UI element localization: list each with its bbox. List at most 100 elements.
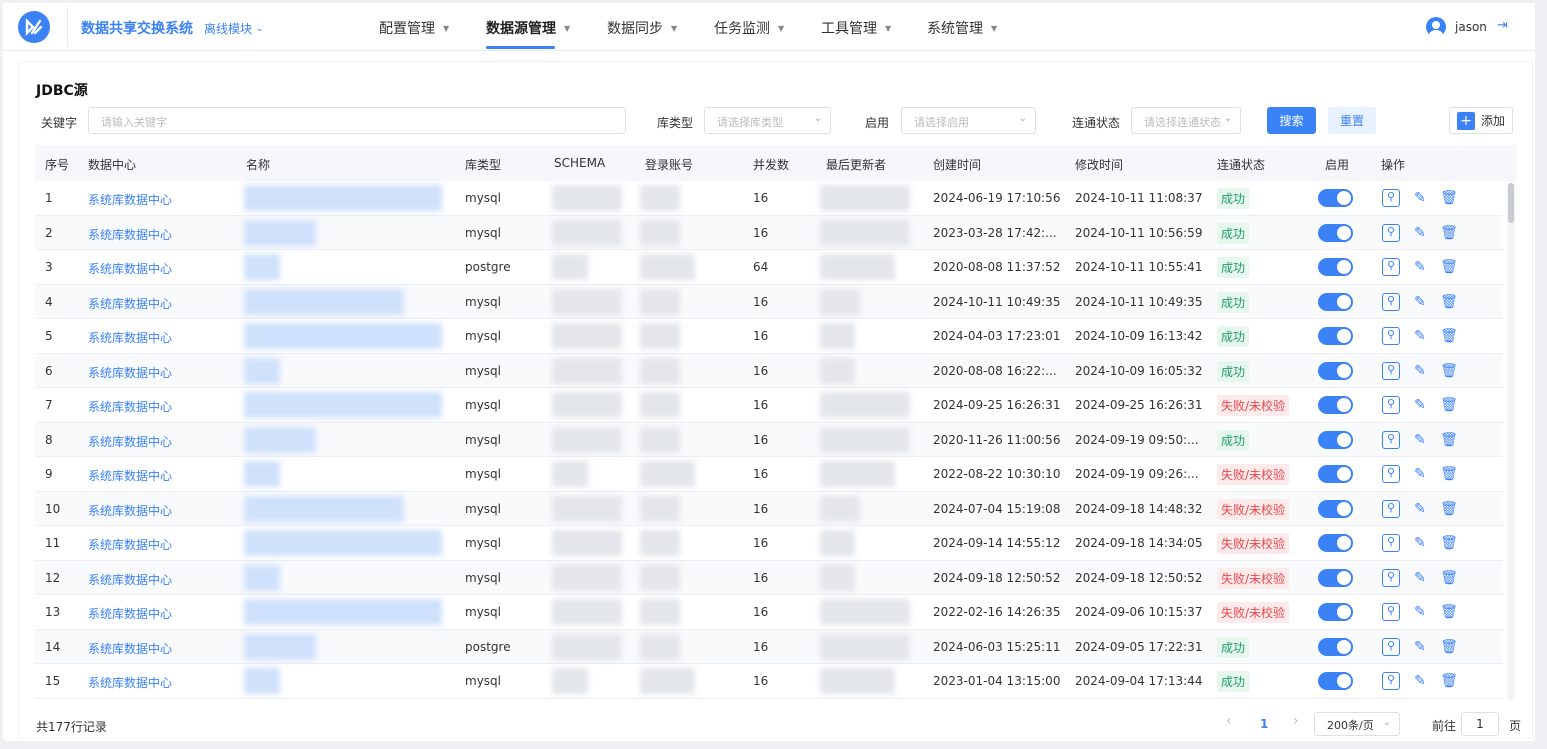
view-icon[interactable]: ⚲ xyxy=(1382,499,1400,518)
edit-icon[interactable]: ✎ xyxy=(1411,534,1429,552)
delete-icon[interactable]: 🗑︎ xyxy=(1440,431,1458,449)
edit-icon[interactable]: ✎ xyxy=(1411,293,1429,311)
enabled-toggle[interactable] xyxy=(1318,430,1353,449)
edit-icon[interactable]: ✎ xyxy=(1411,603,1429,621)
edit-icon[interactable]: ✎ xyxy=(1411,672,1429,690)
logout-icon[interactable]: ⇥ xyxy=(1497,18,1508,33)
keyword-input[interactable]: 请输入关键字 xyxy=(88,107,626,134)
edit-icon[interactable]: ✎ xyxy=(1411,638,1429,656)
enabled-toggle[interactable] xyxy=(1318,396,1353,414)
row-no: 1 xyxy=(45,191,53,205)
view-icon[interactable]: ⚲ xyxy=(1382,396,1400,414)
conn-status-select[interactable]: 请选择连通状态 ⌄ xyxy=(1131,107,1241,134)
nav-system[interactable]: 系统管理 ▼ xyxy=(927,18,997,38)
next-page-icon[interactable]: › xyxy=(1293,713,1299,729)
enabled-toggle[interactable] xyxy=(1318,292,1353,311)
page-current[interactable]: 1 xyxy=(1260,717,1268,731)
enabled-toggle[interactable] xyxy=(1318,465,1353,483)
delete-icon[interactable]: 🗑︎ xyxy=(1440,224,1458,242)
prev-page-icon[interactable]: ‹ xyxy=(1226,713,1232,729)
enabled-toggle[interactable] xyxy=(1318,361,1353,380)
row-center-link[interactable]: 系统库数据中心 xyxy=(88,433,172,450)
nav-monitor[interactable]: 任务监测 ▼ xyxy=(714,18,784,38)
enabled-toggle[interactable] xyxy=(1318,258,1353,276)
row-center-link[interactable]: 系统库数据中心 xyxy=(88,571,172,588)
module-switcher[interactable]: 离线模块 ⌄ xyxy=(204,20,264,37)
edit-icon[interactable]: ✎ xyxy=(1411,431,1429,449)
delete-icon[interactable]: 🗑︎ xyxy=(1440,327,1458,345)
enabled-toggle[interactable] xyxy=(1318,499,1353,518)
scroll-thumb[interactable] xyxy=(1508,183,1514,223)
delete-icon[interactable]: 🗑︎ xyxy=(1440,293,1458,311)
row-center-link[interactable]: 系统库数据中心 xyxy=(88,329,172,346)
app-logo-icon[interactable] xyxy=(18,11,50,43)
user-menu[interactable]: jason xyxy=(1426,17,1487,37)
view-icon[interactable]: ⚲ xyxy=(1382,534,1400,552)
nav-datasource[interactable]: 数据源管理 ▼ xyxy=(486,18,570,38)
delete-icon[interactable]: 🗑︎ xyxy=(1440,362,1458,380)
view-icon[interactable]: ⚲ xyxy=(1382,672,1400,690)
nav-sync[interactable]: 数据同步 ▼ xyxy=(607,18,677,38)
row-center-link[interactable]: 系统库数据中心 xyxy=(88,536,172,553)
dbtype-select[interactable]: 请选择库类型 ⌄ xyxy=(704,107,831,134)
search-button[interactable]: 搜索 xyxy=(1267,107,1316,134)
delete-icon[interactable]: 🗑︎ xyxy=(1440,465,1458,483)
enabled-toggle[interactable] xyxy=(1318,223,1353,242)
add-button[interactable]: + 添加 xyxy=(1449,107,1513,134)
edit-icon[interactable]: ✎ xyxy=(1411,396,1429,414)
nav-tools[interactable]: 工具管理 ▼ xyxy=(821,18,891,38)
row-center-link[interactable]: 系统库数据中心 xyxy=(88,502,172,519)
view-icon[interactable]: ⚲ xyxy=(1382,327,1400,345)
edit-icon[interactable]: ✎ xyxy=(1411,465,1429,483)
delete-icon[interactable]: 🗑︎ xyxy=(1440,638,1458,656)
row-center-link[interactable]: 系统库数据中心 xyxy=(88,674,172,691)
edit-icon[interactable]: ✎ xyxy=(1411,500,1429,518)
view-icon[interactable]: ⚲ xyxy=(1382,258,1400,276)
enabled-toggle[interactable] xyxy=(1318,672,1353,690)
delete-icon[interactable]: 🗑︎ xyxy=(1440,534,1458,552)
view-icon[interactable]: ⚲ xyxy=(1382,637,1400,656)
row-center-link[interactable]: 系统库数据中心 xyxy=(88,295,172,312)
view-icon[interactable]: ⚲ xyxy=(1382,223,1400,242)
row-center-link[interactable]: 系统库数据中心 xyxy=(88,640,172,657)
edit-icon[interactable]: ✎ xyxy=(1411,189,1429,207)
enabled-toggle[interactable] xyxy=(1318,603,1353,621)
view-icon[interactable]: ⚲ xyxy=(1382,430,1400,449)
row-center-link[interactable]: 系统库数据中心 xyxy=(88,226,172,243)
delete-icon[interactable]: 🗑︎ xyxy=(1440,603,1458,621)
enabled-toggle[interactable] xyxy=(1318,568,1353,587)
view-icon[interactable]: ⚲ xyxy=(1382,568,1400,587)
delete-icon[interactable]: 🗑︎ xyxy=(1440,258,1458,276)
enabled-toggle[interactable] xyxy=(1318,189,1353,207)
row-center-link[interactable]: 系统库数据中心 xyxy=(88,398,172,415)
view-icon[interactable]: ⚲ xyxy=(1382,603,1400,621)
delete-icon[interactable]: 🗑︎ xyxy=(1440,396,1458,414)
delete-icon[interactable]: 🗑︎ xyxy=(1440,500,1458,518)
page-size-select[interactable]: 200条/页 ⌄ xyxy=(1314,712,1400,736)
reset-button[interactable]: 重置 xyxy=(1328,107,1376,134)
view-icon[interactable]: ⚲ xyxy=(1382,292,1400,311)
enabled-toggle[interactable] xyxy=(1318,637,1353,656)
edit-icon[interactable]: ✎ xyxy=(1411,327,1429,345)
view-icon[interactable]: ⚲ xyxy=(1382,465,1400,483)
edit-icon[interactable]: ✎ xyxy=(1411,258,1429,276)
row-center-link[interactable]: 系统库数据中心 xyxy=(88,191,172,208)
row-center-link[interactable]: 系统库数据中心 xyxy=(88,364,172,381)
view-icon[interactable]: ⚲ xyxy=(1382,361,1400,380)
nav-config[interactable]: 配置管理 ▼ xyxy=(379,18,449,38)
enabled-toggle[interactable] xyxy=(1318,534,1353,552)
edit-icon[interactable]: ✎ xyxy=(1411,569,1429,587)
row-center-link[interactable]: 系统库数据中心 xyxy=(88,260,172,277)
edit-icon[interactable]: ✎ xyxy=(1411,362,1429,380)
table-scrollbar[interactable] xyxy=(1507,183,1515,701)
enabled-select[interactable]: 请选择启用 ⌄ xyxy=(901,107,1036,134)
enabled-toggle[interactable] xyxy=(1318,327,1353,345)
delete-icon[interactable]: 🗑︎ xyxy=(1440,189,1458,207)
row-center-link[interactable]: 系统库数据中心 xyxy=(88,605,172,622)
delete-icon[interactable]: 🗑︎ xyxy=(1440,672,1458,690)
goto-page-input[interactable]: 1 xyxy=(1461,712,1499,736)
view-icon[interactable]: ⚲ xyxy=(1382,189,1400,207)
row-center-link[interactable]: 系统库数据中心 xyxy=(88,467,172,484)
delete-icon[interactable]: 🗑︎ xyxy=(1440,569,1458,587)
edit-icon[interactable]: ✎ xyxy=(1411,224,1429,242)
